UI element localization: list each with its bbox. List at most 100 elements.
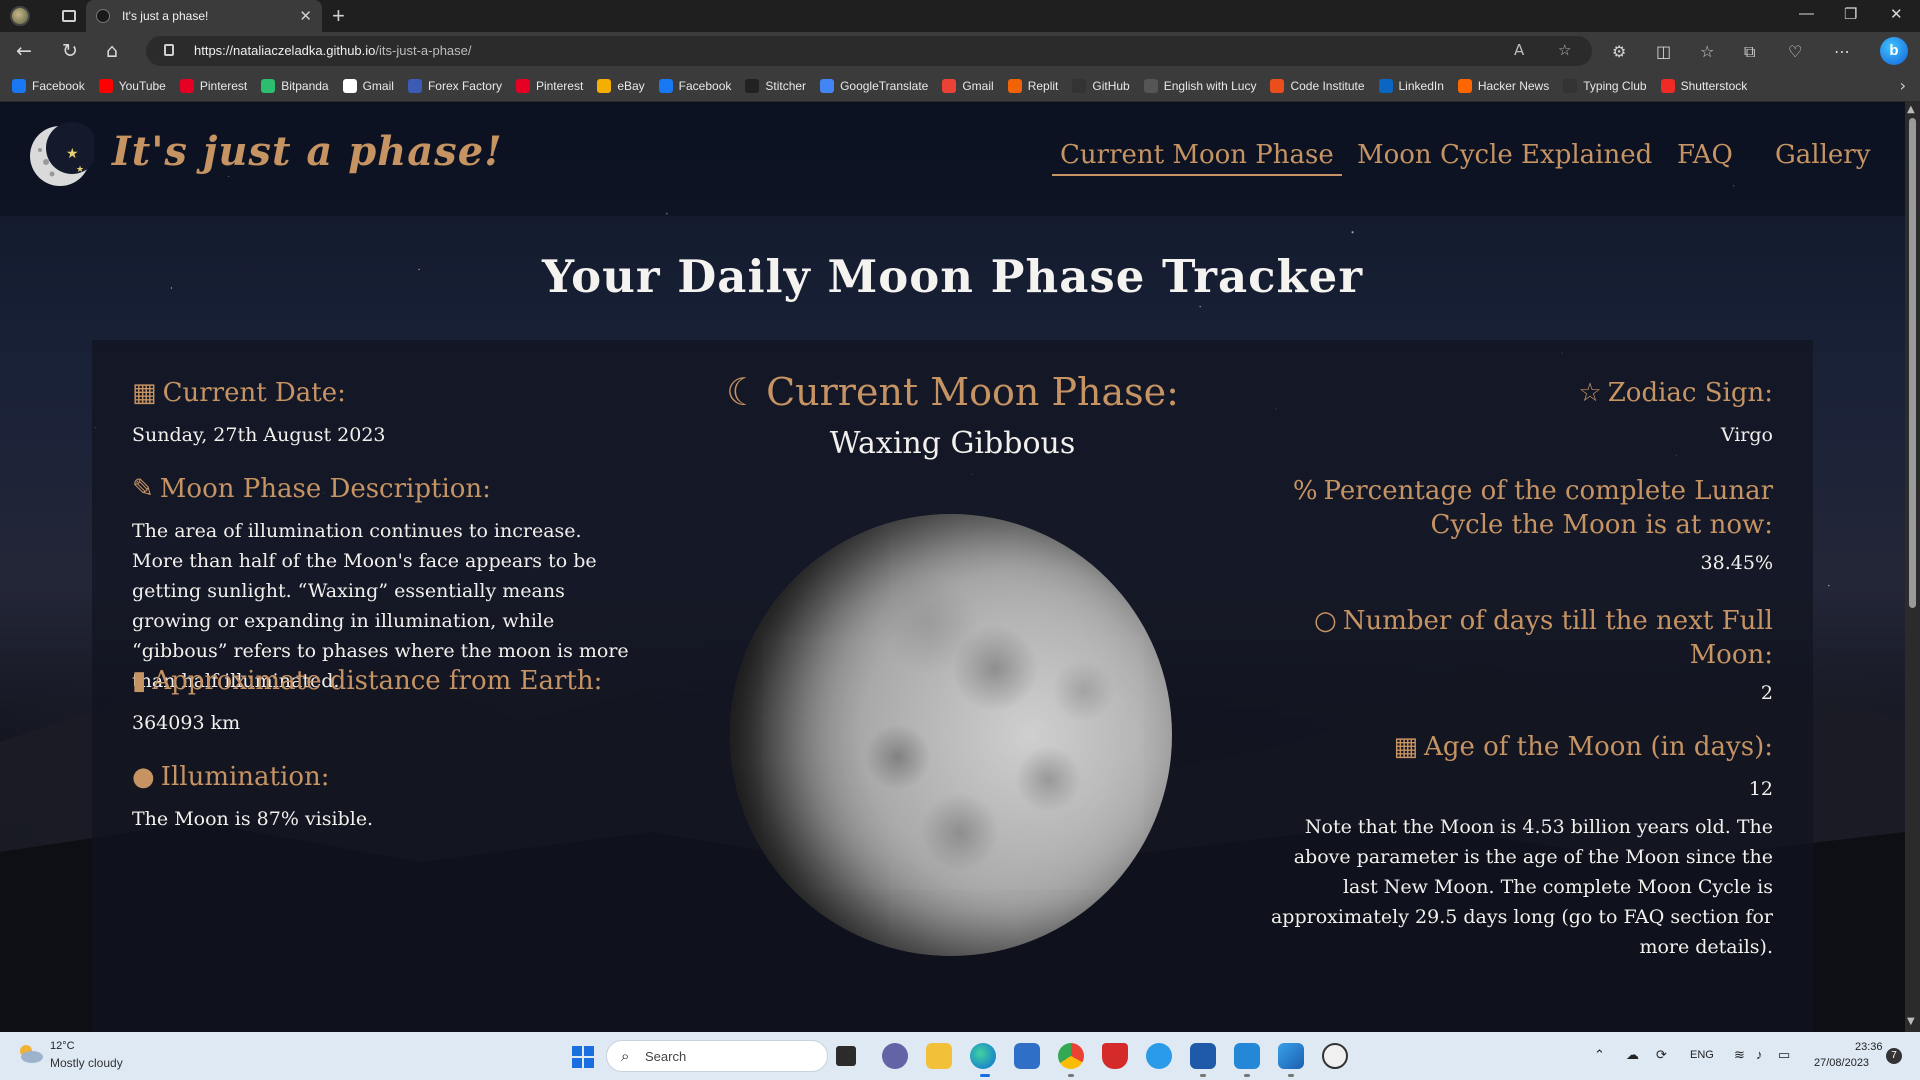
- bookmark-gmail[interactable]: Gmail: [342, 78, 394, 93]
- bookmark-hacker-news[interactable]: Hacker News: [1457, 78, 1550, 93]
- close-tab-icon[interactable]: ✕: [299, 7, 312, 25]
- bookmark-label: Replit: [1027, 78, 1059, 93]
- bookmark-gmail[interactable]: Gmail: [942, 78, 994, 93]
- percent-icon: %: [1292, 476, 1318, 506]
- weather-temperature[interactable]: 12°C: [50, 1040, 75, 1052]
- bookmark-pinterest[interactable]: Pinterest: [515, 78, 583, 93]
- crescent-moon-icon: ☾: [726, 370, 761, 414]
- snipping-tool-icon[interactable]: [1278, 1043, 1304, 1069]
- bookmark-english-with-lucy[interactable]: English with Lucy: [1143, 78, 1256, 93]
- microsoft-store-icon[interactable]: [1014, 1043, 1040, 1069]
- bookmark-facebook[interactable]: Facebook: [12, 78, 85, 93]
- chrome-open-indicator: [1068, 1074, 1074, 1077]
- ruler-icon: ▮: [132, 666, 147, 696]
- more-menu-icon[interactable]: ⋯: [1834, 42, 1850, 61]
- url-text[interactable]: https://nataliaczeladka.github.io/its-ju…: [194, 43, 472, 58]
- onedrive-cloud-icon[interactable]: ☁: [1626, 1047, 1639, 1063]
- bookmark-github[interactable]: GitHub: [1072, 78, 1130, 93]
- moon-age-value: 12: [1748, 778, 1773, 800]
- scrollbar-thumb[interactable]: [1909, 118, 1916, 608]
- nav-gallery[interactable]: Gallery: [1775, 140, 1870, 170]
- notification-badge[interactable]: 7: [1886, 1048, 1902, 1064]
- nav-current-moon-phase[interactable]: Current Moon Phase: [1052, 140, 1342, 176]
- battery-icon[interactable]: ▭: [1778, 1047, 1790, 1063]
- nav-moon-cycle-explained[interactable]: Moon Cycle Explained: [1357, 140, 1652, 170]
- restore-icon[interactable]: ❐: [1844, 5, 1857, 23]
- file-explorer-icon[interactable]: [926, 1043, 952, 1069]
- volume-icon[interactable]: ♪: [1756, 1047, 1763, 1062]
- crescent-moon-logo-icon[interactable]: ★ ★: [26, 122, 94, 190]
- bookmark-label: Gmail: [362, 78, 394, 93]
- sync-icon[interactable]: ⟳: [1656, 1047, 1667, 1063]
- tab-actions-icon[interactable]: [62, 10, 76, 22]
- bing-copilot-icon[interactable]: b: [1880, 37, 1908, 65]
- bookmark-label: Typing Club: [1583, 78, 1647, 93]
- collections-icon[interactable]: ⧉: [1744, 42, 1755, 62]
- bookmark-youtube[interactable]: YouTube: [98, 78, 166, 93]
- chrome-icon[interactable]: [1058, 1043, 1084, 1069]
- extensions-icon[interactable]: ⚙: [1612, 42, 1626, 61]
- vscode-icon[interactable]: [1234, 1043, 1260, 1069]
- lock-icon[interactable]: [164, 44, 174, 56]
- show-hidden-icons-chevron-icon[interactable]: ⌃: [1594, 1047, 1605, 1063]
- profile-avatar-icon[interactable]: [10, 6, 30, 26]
- bookmarks-more-icon[interactable]: ›: [1900, 76, 1906, 95]
- favorite-star-icon[interactable]: ☆: [1558, 41, 1571, 59]
- bookmark-label: Hacker News: [1477, 78, 1550, 93]
- teams-chat-icon[interactable]: [882, 1043, 908, 1069]
- ebay-icon: [597, 78, 612, 93]
- split-screen-icon[interactable]: ◫: [1656, 42, 1671, 61]
- task-view-icon[interactable]: [836, 1046, 856, 1066]
- page-title: Your Daily Moon Phase Tracker: [541, 250, 1364, 303]
- bookmark-typing-club[interactable]: Typing Club: [1563, 78, 1647, 93]
- bookmark-facebook[interactable]: Facebook: [658, 78, 732, 93]
- bookmark-label: GoogleTranslate: [840, 78, 929, 93]
- favorites-icon[interactable]: ☆: [1700, 42, 1714, 61]
- lightbulb-icon: ●: [132, 762, 155, 792]
- bookmark-shutterstock[interactable]: Shutterstock: [1660, 78, 1747, 93]
- scroll-up-icon[interactable]: ▲: [1907, 104, 1915, 115]
- browser-essentials-icon[interactable]: ♡: [1788, 42, 1802, 61]
- bookmark-linkedin[interactable]: LinkedIn: [1378, 78, 1444, 93]
- cloudy-weather-icon[interactable]: [16, 1042, 44, 1064]
- site-brand-title[interactable]: It's just a phase!: [112, 128, 503, 175]
- emoji-app-icon[interactable]: [1322, 1043, 1348, 1069]
- word-icon[interactable]: [1190, 1043, 1216, 1069]
- scroll-down-icon[interactable]: ▼: [1907, 1016, 1915, 1027]
- page-scrollbar[interactable]: ▲ ▼: [1905, 102, 1920, 1032]
- nav-faq[interactable]: FAQ: [1677, 140, 1733, 170]
- bookmark-ebay[interactable]: eBay: [597, 78, 645, 93]
- bookmark-stitcher[interactable]: Stitcher: [745, 78, 806, 93]
- clock-date[interactable]: 27/08/2023: [1814, 1057, 1869, 1069]
- browser-tab-active[interactable]: It's just a phase! ✕: [86, 0, 322, 32]
- window-close-icon[interactable]: ✕: [1890, 5, 1903, 23]
- windows-start-icon[interactable]: [572, 1046, 594, 1068]
- bookmark-label: Facebook: [678, 78, 732, 93]
- read-aloud-icon[interactable]: A: [1514, 41, 1524, 59]
- new-tab-icon[interactable]: +: [332, 3, 345, 29]
- refresh-icon[interactable]: ↻: [62, 40, 78, 62]
- mcafee-icon[interactable]: [1102, 1043, 1128, 1069]
- bookmark-replit[interactable]: Replit: [1007, 78, 1059, 93]
- clock-time[interactable]: 23:36: [1855, 1041, 1883, 1053]
- bookmark-code-institute[interactable]: Code Institute: [1270, 78, 1365, 93]
- weather-description[interactable]: Mostly cloudy: [50, 1056, 123, 1070]
- snipping-open-indicator: [1288, 1074, 1294, 1077]
- bookmark-googletranslate[interactable]: GoogleTranslate: [820, 78, 929, 93]
- edge-browser-icon[interactable]: [970, 1043, 996, 1069]
- taskbar-search-box[interactable]: ⌕ Search: [606, 1040, 828, 1072]
- bookmark-label: Bitpanda: [281, 78, 329, 93]
- language-indicator[interactable]: ENG: [1690, 1049, 1714, 1061]
- help-app-icon[interactable]: [1146, 1043, 1172, 1069]
- bookmark-forex-factory[interactable]: Forex Factory: [407, 78, 502, 93]
- home-icon[interactable]: ⌂: [106, 40, 118, 62]
- moon-phase-description-heading: ✎ Moon Phase Description:: [132, 474, 491, 504]
- minimize-icon[interactable]: —: [1799, 5, 1814, 22]
- distance-value: 364093 km: [132, 712, 241, 734]
- back-icon[interactable]: ←: [16, 40, 32, 62]
- wifi-icon[interactable]: ≋: [1734, 1047, 1745, 1063]
- facebook-icon: [12, 78, 26, 93]
- address-bar[interactable]: https://nataliaczeladka.github.io/its-ju…: [146, 36, 1592, 66]
- bookmark-pinterest[interactable]: Pinterest: [179, 78, 247, 93]
- bookmark-bitpanda[interactable]: Bitpanda: [261, 78, 329, 93]
